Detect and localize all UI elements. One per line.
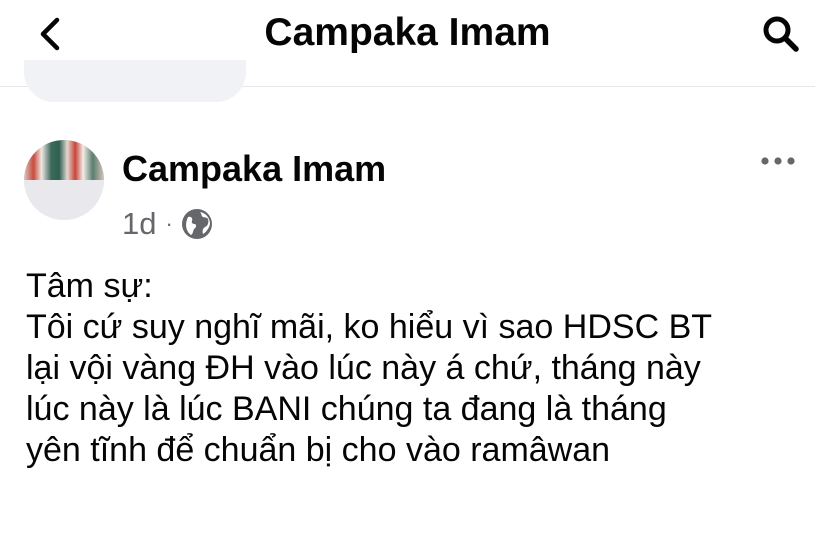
post-author-name[interactable]: Campaka Imam <box>122 148 386 190</box>
more-horizontal-icon <box>761 157 795 165</box>
avatar[interactable] <box>24 140 104 220</box>
post-card: Campaka Imam 1d · Tâm sự: Tôi cứ suy ngh… <box>0 118 815 545</box>
globe-icon <box>181 209 212 239</box>
search-icon <box>763 16 799 52</box>
search-button[interactable] <box>757 10 805 58</box>
post-more-button[interactable] <box>753 146 803 176</box>
post-body-text: Tâm sự: Tôi cứ suy nghĩ mãi, ko hiểu vì … <box>26 267 713 469</box>
post-timestamp[interactable]: 1d <box>122 206 156 242</box>
tab-pill-partial[interactable] <box>24 60 246 102</box>
page-title: Campaka Imam <box>264 11 551 54</box>
meta-separator: · <box>165 211 173 236</box>
post-meta: 1d · <box>122 206 213 242</box>
